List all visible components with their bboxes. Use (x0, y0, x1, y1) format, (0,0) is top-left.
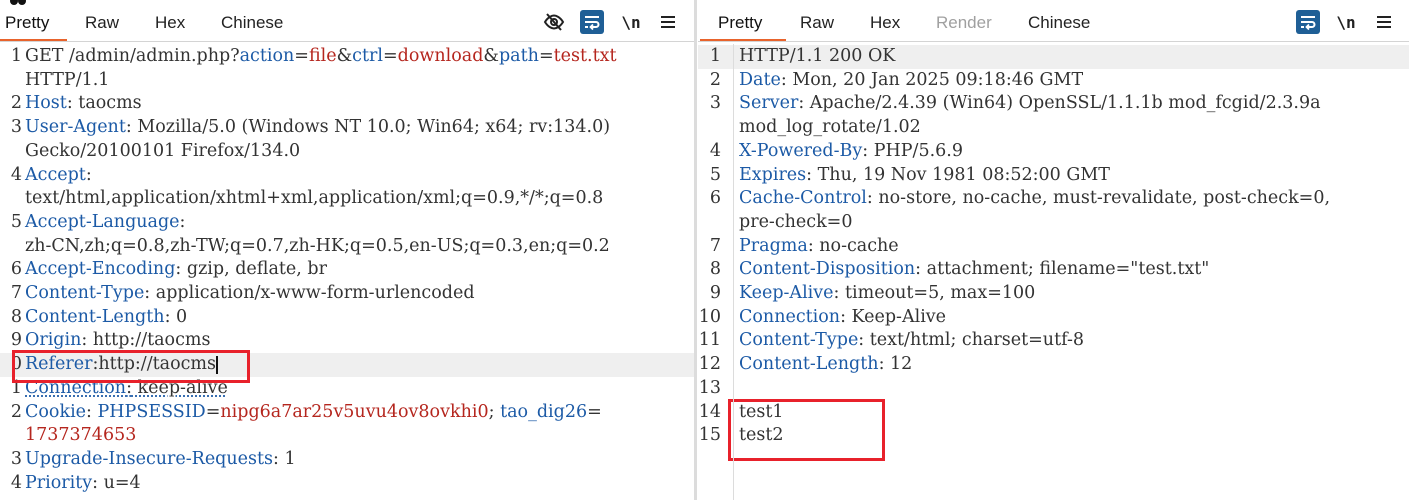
header-line: 4 Priority: u=4 (10, 472, 141, 493)
eye-off-icon[interactable] (542, 10, 566, 34)
wrap-icon[interactable] (580, 10, 604, 34)
header-line-cont: 1737374653 (25, 425, 137, 446)
header-line: 4 Accept: (10, 164, 92, 185)
newline-label: \n (621, 12, 641, 32)
request-line: 1 GET /admin/admin.php?action=file&ctrl=… (0, 45, 694, 69)
tab-render[interactable]: Render (936, 13, 992, 33)
header-line-cont: text/html,application/xhtml+xml,applicat… (25, 188, 604, 209)
tab-pretty[interactable]: Pretty (718, 13, 762, 33)
header-line-cont: zh-CN,zh;q=0.8,zh-TW;q=0.7,zh-HK;q=0.5,e… (25, 235, 610, 256)
header-line: 8 Content-Disposition: attachment; filen… (709, 259, 1210, 280)
header-line: 2 Date: Mon, 20 Jan 2025 09:18:46 GMT (709, 69, 1084, 90)
body-highlight-box (728, 399, 885, 461)
response-tab-bar: Pretty Raw Hex Render Chinese \n (698, 0, 1409, 42)
header-line-cont: mod_log_rotate/1.02 (739, 117, 921, 138)
header-line: 7 Pragma: no-cache (709, 235, 899, 256)
wrap-icon[interactable] (1296, 10, 1320, 34)
header-line: 5 Expires: Thu, 19 Nov 1981 08:52:00 GMT (709, 164, 1110, 185)
tab-bar-border (0, 41, 694, 42)
referer-highlight-box (12, 350, 250, 383)
header-line: 3 User-Agent: Mozilla/5.0 (Windows NT 10… (10, 117, 611, 138)
blank-line: 13 (698, 377, 721, 398)
request-pane: Pretty Raw Hex Chinese \n 1 GET /admin/a… (0, 0, 694, 500)
pane-divider[interactable] (694, 0, 697, 500)
response-pane: Pretty Raw Hex Render Chinese \n 1 HTTP/… (698, 0, 1409, 500)
tab-raw[interactable]: Raw (85, 13, 119, 33)
tab-chinese[interactable]: Chinese (1028, 13, 1090, 33)
header-line: 12 Content-Length: 12 (698, 354, 913, 375)
request-line-cont: HTTP/1.1 (25, 69, 110, 90)
header-line: 3 Server: Apache/2.4.39 (Win64) OpenSSL/… (709, 93, 1321, 114)
header-line: 3 Upgrade-Insecure-Requests: 1 (10, 448, 296, 469)
tab-chinese[interactable]: Chinese (221, 13, 283, 33)
response-gutter-border (733, 44, 734, 500)
header-line: 9 Keep-Alive: timeout=5, max=100 (709, 283, 1036, 303)
tab-hex[interactable]: Hex (870, 13, 900, 33)
header-line: 11 Content-Type: text/html; charset=utf-… (698, 330, 1085, 351)
hamburger-menu-icon[interactable] (656, 10, 680, 34)
header-line: 2 Host: taocms (10, 93, 142, 114)
header-line: 10 Connection: Keep-Alive (698, 306, 947, 327)
newline-toggle-button[interactable]: \n (619, 10, 643, 34)
tab-pretty[interactable]: Pretty (5, 13, 49, 33)
header-line: 6 Accept-Encoding: gzip, deflate, br (10, 259, 327, 280)
header-line-cont: pre-check=0 (739, 211, 853, 232)
hamburger-menu-icon[interactable] (1372, 10, 1396, 34)
tab-raw[interactable]: Raw (800, 13, 834, 33)
header-line-cookie: 2 Cookie: PHPSESSID=nipg6a7ar25v5uvu4ov8… (10, 401, 602, 422)
header-line-cont: Gecko/20100101 Firefox/134.0 (25, 140, 301, 161)
tab-hex[interactable]: Hex (155, 13, 185, 33)
newline-label: \n (1336, 12, 1356, 32)
tab-bar-border (698, 41, 1409, 42)
header-line: 6 Cache-Control: no-store, no-cache, mus… (709, 188, 1331, 209)
header-line: 7 Content-Type: application/x-www-form-u… (10, 283, 475, 303)
status-line: 1 HTTP/1.1 200 OK (698, 45, 1409, 69)
header-line: 4 X-Powered-By: PHP/5.6.9 (709, 140, 963, 161)
header-line: 8 Content-Length: 0 (10, 306, 188, 327)
line-number: 1 (10, 46, 22, 66)
newline-toggle-button[interactable]: \n (1334, 10, 1358, 34)
header-line: 5 Accept-Language: (10, 211, 186, 232)
request-tab-bar: Pretty Raw Hex Chinese \n (0, 0, 694, 42)
